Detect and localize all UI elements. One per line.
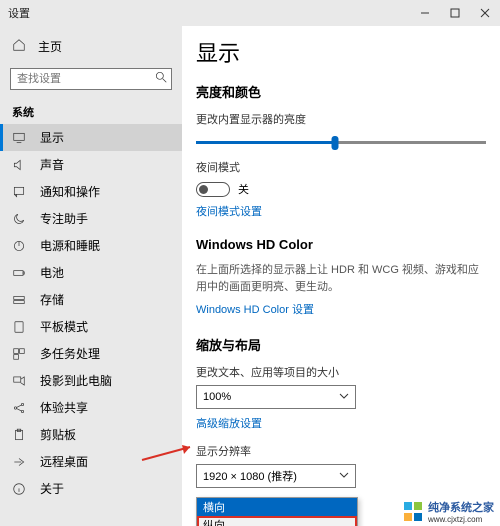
orientation-option-portrait[interactable]: 纵向 <box>197 516 357 526</box>
resolution-label: 显示分辨率 <box>196 443 486 459</box>
scale-value: 100% <box>203 391 231 403</box>
maximize-icon <box>450 8 460 18</box>
brightness-slider[interactable] <box>196 133 486 151</box>
shared-icon <box>12 401 26 415</box>
sidebar-item-project[interactable]: 投影到此电脑 <box>0 367 182 394</box>
minimize-button[interactable] <box>410 0 440 26</box>
titlebar: 设置 <box>0 0 500 26</box>
sidebar-item-multitask[interactable]: 多任务处理 <box>0 340 182 367</box>
search-input[interactable] <box>10 68 172 90</box>
maximize-button[interactable] <box>440 0 470 26</box>
search-box[interactable] <box>10 68 172 90</box>
sidebar-item-label: 平板模式 <box>40 318 88 335</box>
sidebar-home-label: 主页 <box>38 38 62 55</box>
section-brightness: 亮度和颜色 更改内置显示器的亮度 夜间模式 关 夜间模式设置 <box>196 82 486 219</box>
sidebar-item-label: 电池 <box>40 264 64 281</box>
minimize-icon <box>420 8 430 18</box>
resolution-dropdown[interactable]: 1920 × 1080 (推荐) <box>196 464 356 488</box>
sidebar-item-focus[interactable]: 专注助手 <box>0 205 182 232</box>
brightness-heading: 亮度和颜色 <box>196 82 486 101</box>
close-icon <box>480 8 490 18</box>
slider-thumb[interactable] <box>332 136 339 150</box>
moon-icon <box>12 212 26 226</box>
sidebar-item-label: 电源和睡眠 <box>40 237 100 254</box>
sidebar-item-battery[interactable]: 电池 <box>0 259 182 286</box>
sidebar-item-label: 远程桌面 <box>40 453 88 470</box>
power-icon <box>12 239 26 253</box>
scale-dropdown[interactable]: 100% <box>196 385 356 409</box>
sidebar-item-storage[interactable]: 存储 <box>0 286 182 313</box>
nightlight-label: 夜间模式 <box>196 159 486 175</box>
nightlight-state: 关 <box>238 181 249 197</box>
notifications-icon <box>12 185 26 199</box>
hdr-heading: Windows HD Color <box>196 237 486 252</box>
close-button[interactable] <box>470 0 500 26</box>
hdr-settings-link[interactable]: Windows HD Color 设置 <box>196 301 486 317</box>
sidebar-item-label: 通知和操作 <box>40 183 100 200</box>
sidebar-item-label: 投影到此电脑 <box>40 372 112 389</box>
sidebar-item-label: 显示 <box>40 129 64 146</box>
brightness-slider-label: 更改内置显示器的亮度 <box>196 111 486 127</box>
page-title: 显示 <box>196 36 486 68</box>
sidebar-item-label: 关于 <box>40 480 64 497</box>
advanced-scale-link[interactable]: 高级缩放设置 <box>196 415 486 431</box>
sidebar-item-label: 剪贴板 <box>40 426 76 443</box>
nightlight-toggle[interactable] <box>196 182 230 197</box>
hdr-hint: 在上面所选择的显示器上让 HDR 和 WCG 视频、游戏和应用中的画面更明亮、更… <box>196 262 486 295</box>
chevron-down-icon <box>339 470 349 483</box>
chevron-down-icon <box>339 391 349 404</box>
watermark-url: www.cjxtzj.com <box>428 515 494 524</box>
sidebar-item-label: 存储 <box>40 291 64 308</box>
scale-label: 更改文本、应用等项目的大小 <box>196 364 486 380</box>
home-icon <box>12 38 26 55</box>
watermark: 纯净系统之家 www.cjxtzj.com <box>402 499 496 524</box>
sidebar-item-power[interactable]: 电源和睡眠 <box>0 232 182 259</box>
monitor-icon <box>12 131 26 145</box>
section-hdr: Windows HD Color 在上面所选择的显示器上让 HDR 和 WCG … <box>196 237 486 317</box>
content-pane: 显示 亮度和颜色 更改内置显示器的亮度 夜间模式 关 夜间模式设置 Window… <box>182 26 500 526</box>
annotation-arrow <box>140 442 200 464</box>
multitask-icon <box>12 347 26 361</box>
battery-icon <box>12 266 26 280</box>
sidebar-item-label: 多任务处理 <box>40 345 100 362</box>
sidebar-item-label: 体验共享 <box>40 399 88 416</box>
sidebar-group-label: 系统 <box>0 98 182 124</box>
speaker-icon <box>12 158 26 172</box>
sidebar-item-about[interactable]: 关于 <box>0 475 182 502</box>
orientation-option-landscape[interactable]: 横向 <box>197 498 357 516</box>
orientation-dropdown[interactable]: 横向 横向 纵向 横向(翻转) 纵向(翻转) <box>196 521 356 526</box>
remote-icon <box>12 455 26 469</box>
scale-heading: 缩放与布局 <box>196 335 486 354</box>
info-icon <box>12 482 26 496</box>
search-icon <box>154 70 168 89</box>
resolution-value: 1920 × 1080 (推荐) <box>203 468 297 484</box>
watermark-logo-icon <box>404 502 424 522</box>
sidebar-item-sound[interactable]: 声音 <box>0 151 182 178</box>
sidebar-item-shared[interactable]: 体验共享 <box>0 394 182 421</box>
sidebar-item-tablet[interactable]: 平板模式 <box>0 313 182 340</box>
tablet-icon <box>12 320 26 334</box>
storage-icon <box>12 293 26 307</box>
clipboard-icon <box>12 428 26 442</box>
sidebar-item-label: 专注助手 <box>40 210 88 227</box>
sidebar-item-label: 声音 <box>40 156 64 173</box>
watermark-text: 纯净系统之家 <box>428 499 494 515</box>
sidebar-item-notifications[interactable]: 通知和操作 <box>0 178 182 205</box>
section-scale: 缩放与布局 更改文本、应用等项目的大小 100% 高级缩放设置 显示分辨率 19… <box>196 335 486 526</box>
orientation-dropdown-list: 横向 纵向 横向(翻转) 纵向(翻转) <box>196 497 358 526</box>
sidebar-item-display[interactable]: 显示 <box>0 124 182 151</box>
project-icon <box>12 374 26 388</box>
window-title: 设置 <box>8 5 30 21</box>
sidebar-home[interactable]: 主页 <box>0 32 182 60</box>
nightlight-settings-link[interactable]: 夜间模式设置 <box>196 203 486 219</box>
